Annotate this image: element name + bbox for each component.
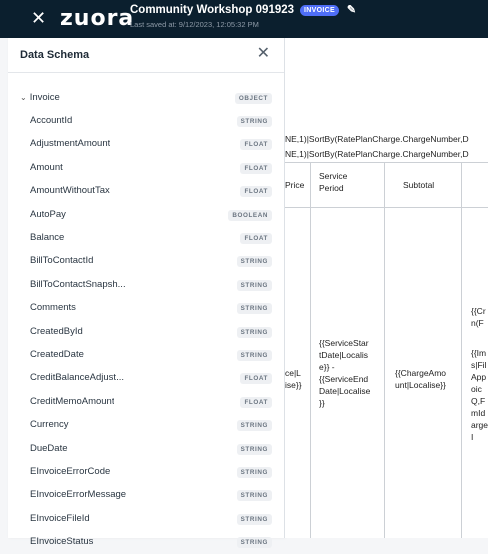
- subtotal-cell: {{ChargeAmo unt|Localise}}: [395, 368, 447, 390]
- edit-pencil-icon[interactable]: ✎: [347, 3, 356, 16]
- schema-field-label: CreditBalanceAdjust...: [30, 372, 124, 384]
- table-col-divider: [384, 162, 385, 538]
- schema-field-label: BillToContactSnapsh...: [30, 278, 126, 290]
- schema-field-type: STRING: [236, 513, 272, 525]
- schema-field-type: STRING: [236, 490, 272, 502]
- schema-field[interactable]: Amount FLOAT: [8, 157, 284, 180]
- schema-field-label: AutoPay: [30, 208, 66, 220]
- table-col-divider: [310, 162, 311, 538]
- service-period-cell: {{ServiceStar tDate|Localis e}} - {{Serv…: [319, 338, 371, 408]
- schema-field-type: STRING: [236, 326, 272, 338]
- column-header-price: Price: [285, 180, 305, 190]
- schema-field-type: FLOAT: [240, 373, 272, 385]
- schema-field-label: AccountId: [30, 115, 73, 126]
- schema-field-type: FLOAT: [240, 139, 272, 151]
- schema-field-label: Amount: [30, 161, 63, 173]
- price-cell: ce|L ise}}: [285, 368, 302, 390]
- schema-field-label: Currency: [30, 419, 69, 431]
- table-top-border: [285, 162, 488, 163]
- top-bar: ✕ zuora Community Workshop 091923 INVOICE…: [0, 0, 488, 38]
- schema-field-label: Balance: [30, 232, 65, 243]
- close-icon[interactable]: ✕: [31, 8, 46, 28]
- chevron-down-icon: ⌄: [20, 93, 27, 102]
- schema-field[interactable]: CreditMemoAmount FLOAT: [8, 391, 284, 414]
- data-schema-panel: Data Schema ✕ ⌄ Invoice OBJECT AccountId S…: [8, 38, 285, 549]
- schema-field-type: STRING: [236, 537, 272, 549]
- schema-field-type: STRING: [236, 279, 272, 291]
- schema-field-label: AmountWithoutTax: [30, 185, 110, 197]
- table-header-border: [285, 207, 488, 208]
- schema-field[interactable]: EInvoiceFileId STRING: [8, 508, 284, 531]
- formula-line-1: NE,1)|SortBy(RatePlanCharge.ChargeNumber…: [285, 134, 469, 144]
- schema-root-label: ⌄ Invoice: [20, 92, 60, 103]
- schema-field-type: STRING: [236, 467, 272, 478]
- schema-field-type: STRING: [236, 420, 272, 432]
- schema-field[interactable]: BillToContactSnapsh... STRING: [8, 274, 284, 297]
- table-col-divider: [461, 162, 462, 538]
- schema-field[interactable]: Currency STRING: [8, 414, 284, 437]
- schema-field-type: FLOAT: [240, 162, 272, 174]
- column-header-subtotal: Subtotal: [403, 180, 435, 190]
- schema-field-type: STRING: [236, 350, 272, 361]
- schema-field[interactable]: EInvoiceErrorMessage STRING: [8, 484, 284, 507]
- schema-field[interactable]: Comments STRING: [8, 297, 284, 320]
- schema-field-type: BOOLEAN: [228, 209, 272, 221]
- panel-header: Data Schema ✕: [8, 38, 284, 73]
- schema-field-label: EInvoiceErrorCode: [30, 466, 111, 477]
- schema-field[interactable]: CreatedDate STRING: [8, 344, 284, 367]
- schema-field-type: STRING: [236, 303, 272, 315]
- right-cell-formula-2: {{Im s|Fil App oic Q,F mId arge I: [471, 348, 488, 442]
- schema-field-label: DueDate: [30, 442, 68, 454]
- schema-field[interactable]: EInvoiceStatus STRING: [8, 531, 284, 554]
- schema-root-type: OBJECT: [234, 93, 272, 104]
- document-title-text: Community Workshop 091923: [130, 4, 295, 16]
- schema-field-type: STRING: [236, 116, 272, 127]
- schema-field[interactable]: EInvoiceErrorCode STRING: [8, 461, 284, 484]
- document-canvas: NE,1)|SortBy(RatePlanCharge.ChargeNumber…: [285, 38, 488, 538]
- schema-field-type: STRING: [236, 443, 272, 455]
- schema-field[interactable]: AutoPay BOOLEAN: [8, 204, 284, 227]
- formula-line-2: NE,1)|SortBy(RatePlanCharge.ChargeNumber…: [285, 149, 469, 159]
- schema-field-label: AdjustmentAmount: [30, 138, 111, 150]
- schema-field-label: CreditMemoAmount: [30, 395, 115, 407]
- schema-field[interactable]: CreatedById STRING: [8, 321, 284, 344]
- schema-root-invoice[interactable]: ⌄ Invoice OBJECT: [8, 87, 284, 110]
- schema-field[interactable]: DueDate STRING: [8, 438, 284, 461]
- panel-close-icon[interactable]: ✕: [257, 46, 270, 62]
- schema-field-label: Comments: [30, 302, 76, 314]
- schema-field-type: FLOAT: [240, 396, 272, 408]
- schema-field-type: FLOAT: [240, 233, 272, 244]
- schema-field-label: CreatedById: [30, 325, 83, 337]
- last-saved-text: Last saved at: 9/12/2023, 12:05:32 PM: [130, 20, 259, 29]
- schema-field[interactable]: AdjustmentAmount FLOAT: [8, 133, 284, 156]
- invoice-badge: INVOICE: [300, 5, 339, 16]
- schema-field[interactable]: Balance FLOAT: [8, 227, 284, 250]
- right-cell-formula-1: {{Cr n(F: [471, 306, 486, 328]
- schema-field-label: EInvoiceErrorMessage: [30, 489, 127, 501]
- panel-title: Data Schema: [20, 49, 90, 61]
- schema-field[interactable]: AccountId STRING: [8, 110, 284, 133]
- schema-field-type: STRING: [236, 256, 272, 268]
- schema-field[interactable]: BillToContactId STRING: [8, 250, 284, 273]
- schema-field-type: FLOAT: [240, 186, 272, 198]
- document-title: Community Workshop 091923 INVOICE ✎: [130, 3, 356, 16]
- column-header-service-period: Service Period: [319, 171, 348, 193]
- schema-field-label: BillToContactId: [30, 255, 94, 267]
- zuora-logo: zuora: [60, 6, 135, 31]
- schema-field[interactable]: AmountWithoutTax FLOAT: [8, 180, 284, 203]
- schema-field-label: EInvoiceFileId: [30, 512, 90, 524]
- schema-field-label: CreatedDate: [30, 349, 84, 360]
- schema-field[interactable]: CreditBalanceAdjust... FLOAT: [8, 367, 284, 390]
